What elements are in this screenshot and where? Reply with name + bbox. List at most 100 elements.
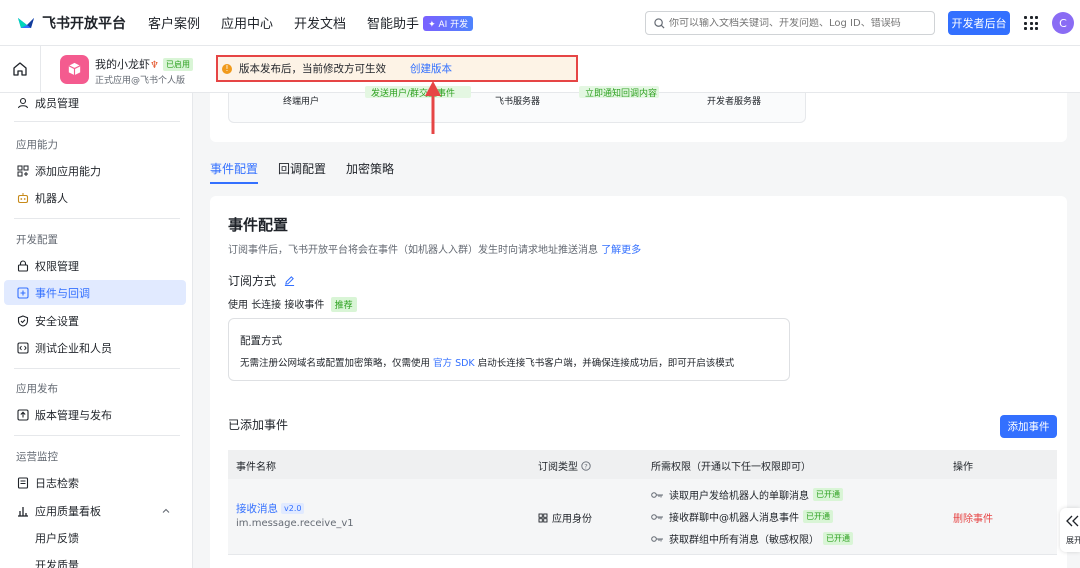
ai-badge-label: AI 开发 [438, 20, 469, 30]
tab-event-config[interactable]: 事件配置 [210, 154, 259, 184]
learn-more-link[interactable]: 了解更多 [601, 245, 641, 256]
sidebar-item-quality[interactable]: 应用质量看板 [4, 498, 186, 523]
add-event-button[interactable]: 添加事件 [1000, 415, 1057, 438]
section-description: 订阅事件后，飞书开放平台将会在事件（如机器人入群）发生时向请求地址推送消息 了解… [228, 241, 641, 256]
delete-event-link[interactable]: 删除事件 [953, 510, 993, 525]
th-operations: 操作 [953, 462, 973, 473]
avatar[interactable]: C [1052, 12, 1074, 34]
sidebar-item-bot[interactable]: 机器人 [4, 185, 186, 210]
search-box[interactable] [645, 11, 935, 35]
config-method-desc: 无需注册公网域名或配置加密策略，仅需使用 官方 SDK 启动长连接飞书客户端，并… [240, 355, 734, 369]
sub-line-method: 长连接 [251, 300, 282, 311]
event-name-label: 接收消息 [236, 503, 278, 515]
section-app-release: 应用发布 [16, 383, 58, 395]
flow-chip-send-event: 发送用户/群交互事件 [365, 86, 471, 98]
th-sub-type: 订阅类型 ? [538, 458, 591, 473]
flow-feishu-server: 飞书服务器 [495, 97, 541, 107]
ai-dev-badge: ✦ AI 开发 [423, 16, 474, 31]
nav-ai-assistant[interactable]: 智能助手 ✦ AI 开发 [367, 13, 474, 32]
app-subtitle: 正式应用@飞书个人版 [95, 76, 186, 86]
edit-icon[interactable] [284, 275, 295, 286]
sidebar-item-logs[interactable]: 日志检索 [4, 470, 186, 495]
recommend-badge: 推荐 [330, 297, 357, 312]
create-version-link[interactable]: 创建版本 [410, 61, 452, 76]
developer-console-button[interactable]: 开发者后台 [948, 11, 1010, 35]
key-icon [651, 535, 663, 542]
feishu-logo-icon [16, 15, 36, 31]
help-icon[interactable]: ? [581, 461, 591, 471]
sidebar-item-label: 成员管理 [35, 96, 79, 110]
sidebar-item-versions[interactable]: 版本管理与发布 [4, 402, 186, 427]
added-events-title: 已添加事件 [228, 418, 289, 432]
app-name[interactable]: 我的小龙虾♆ 已启用 [95, 56, 193, 72]
expand-label: 展开 [1066, 536, 1080, 545]
event-id: im.message.receive_v1 [236, 518, 354, 529]
sidebar-item-events[interactable]: 事件与回调 [4, 280, 186, 305]
event-name[interactable]: 接收消息 v2.0 [236, 501, 305, 516]
sidebar-item-label: 安全设置 [35, 314, 79, 328]
notice-text: 版本发布后，当前修改方可生效 [239, 63, 386, 75]
official-sdk-link[interactable]: 官方 SDK [433, 358, 475, 369]
permission-status-badge: 已开通 [803, 510, 833, 523]
flow-card: 终端用户 发送用户/群交互事件 飞书服务器 立即通知回调内容 开发者服务器 [210, 86, 1067, 142]
key-icon [651, 491, 663, 498]
nav-dev-docs[interactable]: 开发文档 [294, 13, 346, 32]
code-box-icon [16, 341, 29, 354]
sidebar-item-add-capability[interactable]: 添加应用能力 [4, 158, 186, 183]
sidebar-item-label: 日志检索 [35, 476, 79, 490]
nav-ai-assistant-label: 智能助手 [367, 17, 420, 32]
sidebar-item-label: 机器人 [35, 191, 68, 205]
home-icon[interactable] [12, 61, 28, 77]
expand-panel-button[interactable]: 展开 [1060, 508, 1080, 552]
search-input[interactable] [669, 17, 924, 29]
flow-end-user: 终端用户 [283, 97, 320, 107]
app-status-badge: 已启用 [162, 58, 193, 71]
brand-logo[interactable]: 飞书开放平台 [16, 13, 138, 33]
app-name-label: 我的小龙虾 [95, 58, 150, 71]
user-icon [16, 96, 29, 109]
sidebar-item-security[interactable]: 安全设置 [4, 308, 186, 333]
tab-callback-config[interactable]: 回调配置 [278, 154, 326, 184]
section-dev-config: 开发配置 [16, 234, 58, 246]
app-cube-icon [60, 55, 89, 84]
permission-item: 接收群聊中@机器人消息事件 已开通 [651, 509, 833, 524]
flow-dev-server: 开发者服务器 [707, 97, 762, 107]
permission-item: 获取群组中所有消息（敏感权限） 已开通 [651, 531, 853, 546]
apps-grid-icon[interactable] [1024, 16, 1038, 30]
sidebar-item-test-org[interactable]: 测试企业和人员 [4, 335, 186, 360]
nav-app-center[interactable]: 应用中心 [221, 13, 273, 32]
bar-chart-icon [16, 504, 29, 517]
description-text: 订阅事件后，飞书开放平台将会在事件（如机器人入群）发生时向请求地址推送消息 [228, 245, 598, 256]
config-method-title: 配置方式 [240, 335, 282, 347]
sidebar-item-permissions[interactable]: 权限管理 [4, 253, 186, 278]
version-badge: v2.0 [281, 503, 305, 514]
sidebar-item-members[interactable]: 成员管理 [4, 93, 186, 115]
subscription-method-title: 订阅方式 [228, 274, 277, 288]
sub-line-pre: 使用 [228, 300, 248, 311]
search-icon [654, 17, 665, 29]
divider [14, 121, 180, 122]
upload-icon [16, 408, 29, 421]
table-row: 接收消息 v2.0 im.message.receive_v1 应用身份 读取用户… [228, 479, 1057, 555]
permission-text: 接收群聊中@机器人消息事件 [669, 513, 799, 524]
sidebar-item-feedback[interactable]: 用户反馈 [4, 525, 186, 550]
tab-encryption[interactable]: 加密策略 [346, 154, 394, 184]
config-method-box: 配置方式 无需注册公网域名或配置加密策略，仅需使用 官方 SDK 启动长连接飞书… [228, 318, 790, 381]
publish-notice-banner: ! 版本发布后，当前修改方可生效 创建版本 [216, 55, 578, 82]
tab-bar: 事件配置 回调配置 加密策略 [210, 154, 414, 184]
sidebar-item-label: 权限管理 [35, 259, 79, 273]
robot-icon [16, 191, 29, 204]
sub-line-post: 接收事件 [284, 300, 325, 311]
th-event-name: 事件名称 [236, 462, 276, 473]
subscription-line: 使用 长连接 接收事件 推荐 [228, 296, 357, 312]
divider [14, 435, 180, 436]
shield-icon [16, 314, 29, 327]
top-navigation: 飞书开放平台 客户案例 应用中心 开发文档 智能助手✦ AI 开发 开发者后台 … [0, 0, 1080, 46]
sidebar-item-dev-quality[interactable]: 开发质量 [4, 552, 186, 568]
double-chevron-left-icon [1066, 515, 1079, 527]
lock-icon [16, 259, 29, 272]
app-identity-icon [538, 513, 548, 522]
divider [14, 368, 180, 369]
cfg-desc-post: 启动长连接飞书客户端，并确保连接成功后，即可开启该模式 [477, 358, 735, 369]
nav-customer-cases[interactable]: 客户案例 [148, 13, 200, 32]
